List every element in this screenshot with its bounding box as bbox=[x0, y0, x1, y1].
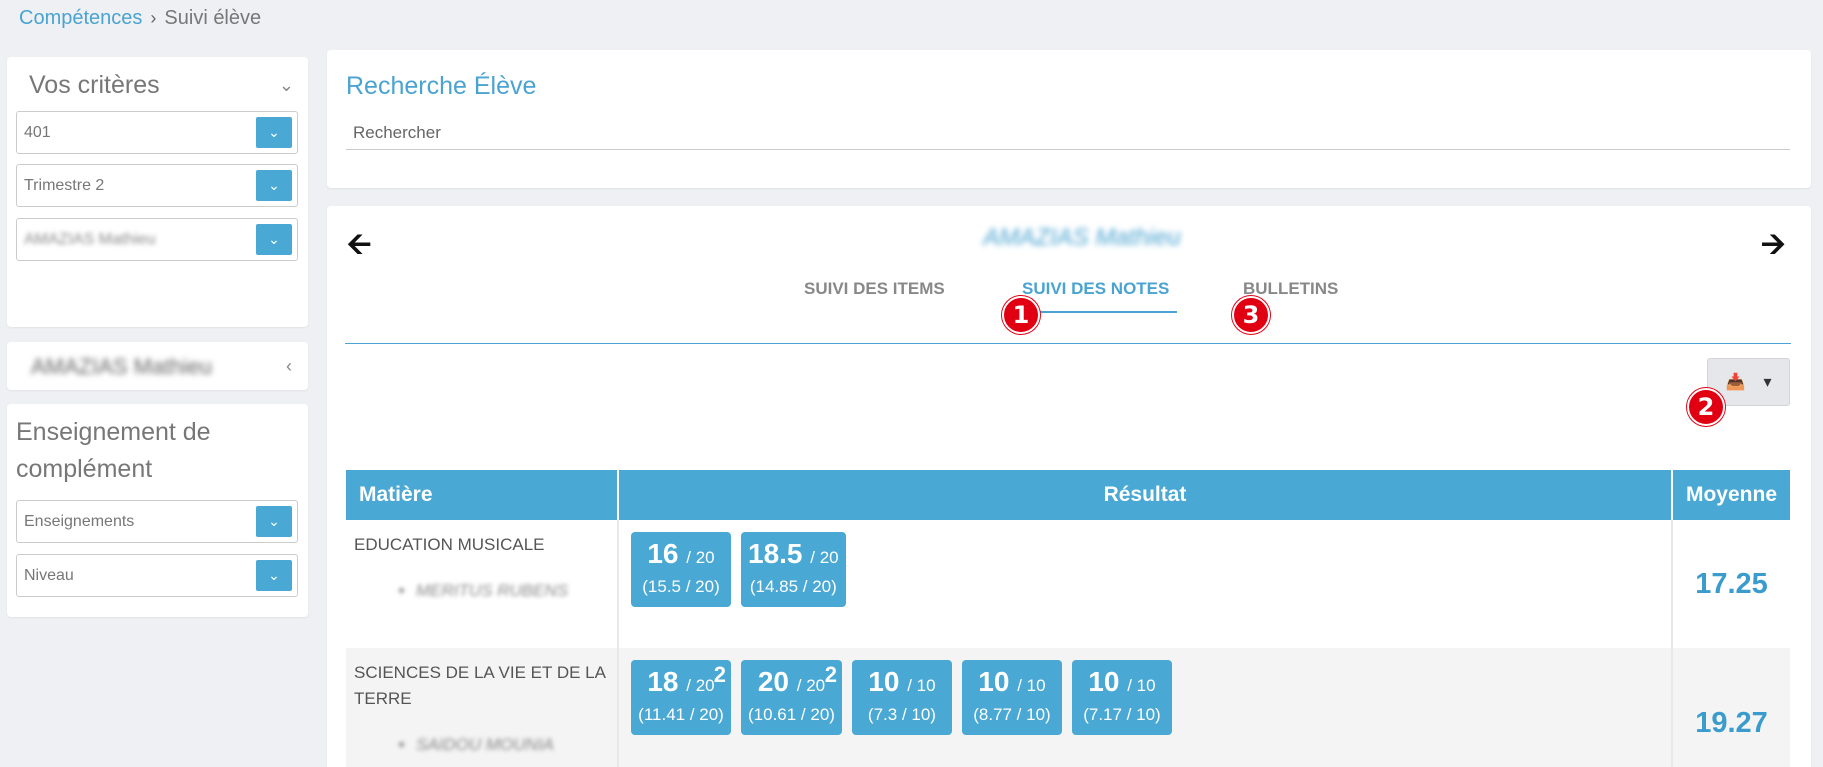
column-header-average: Moyenne bbox=[1671, 470, 1790, 520]
grade-detail: (7.3 / 10) bbox=[867, 705, 936, 724]
grade-out-of: / 20 bbox=[686, 548, 715, 567]
tab-suivi-notes[interactable]: SUIVI DES NOTES bbox=[1013, 279, 1178, 313]
teaching-select-value: Enseignements bbox=[24, 513, 135, 530]
class-select-value: 401 bbox=[24, 124, 51, 141]
criteria-panel: Vos critères ⌄ 401 ⌄ Trimestre 2 ⌄ AMAZI… bbox=[7, 57, 308, 327]
grade-chip[interactable]: 10 / 10 (7.3 / 10) bbox=[851, 660, 952, 735]
search-title: Recherche Élève bbox=[346, 72, 537, 100]
criteria-header[interactable]: Vos critères ⌄ bbox=[29, 71, 294, 100]
student-card-name: AMAZIAS Mathieu bbox=[31, 354, 212, 379]
annotation-badge-1: 1 bbox=[1002, 296, 1040, 334]
grade-detail: (10.61 / 20) bbox=[748, 705, 835, 724]
grade-detail: (8.77 / 10) bbox=[973, 705, 1051, 724]
level-select-value: Niveau bbox=[24, 567, 74, 584]
breadcrumb: Compétences › Suivi élève bbox=[19, 7, 261, 30]
grade-out-of: / 10 bbox=[1127, 676, 1156, 695]
grade-score: 18.5 bbox=[748, 538, 803, 569]
grade-chip[interactable]: 16 / 20 (15.5 / 20) bbox=[631, 532, 731, 607]
grade-detail: (15.5 / 20) bbox=[642, 577, 720, 596]
table-header-row: Matière Résultat Moyenne bbox=[346, 470, 1790, 520]
grade-out-of: / 20 bbox=[810, 548, 839, 567]
breadcrumb-link-competences[interactable]: Compétences bbox=[19, 7, 142, 30]
caret-down-icon: ▾ bbox=[1763, 374, 1772, 391]
chevron-down-icon[interactable]: ⌄ bbox=[256, 224, 292, 255]
chevron-left-icon[interactable]: ‹ bbox=[286, 356, 292, 377]
grade-score: 10 bbox=[1088, 666, 1120, 697]
column-header-subject: Matière bbox=[346, 470, 619, 520]
grade-coefficient: 2 bbox=[824, 662, 837, 687]
annotation-badge-2: 2 bbox=[1687, 388, 1725, 426]
grade-score: 16 bbox=[647, 538, 679, 569]
complement-panel: Enseignement de complément Enseignements… bbox=[7, 404, 308, 617]
results-cell: 18 / 20 2 (11.41 / 20) 20 / 20 2 (10.61 … bbox=[618, 648, 1673, 767]
teaching-select[interactable]: Enseignements ⌄ bbox=[16, 500, 298, 543]
grade-out-of: / 10 bbox=[1017, 676, 1046, 695]
class-select[interactable]: 401 ⌄ bbox=[16, 111, 298, 154]
grade-detail: (11.41 / 20) bbox=[638, 705, 724, 724]
grade-out-of: / 10 bbox=[907, 676, 936, 695]
student-card[interactable]: AMAZIAS Mathieu ‹ bbox=[7, 342, 308, 390]
student-select[interactable]: AMAZIAS Mathieu ⌄ bbox=[16, 218, 298, 261]
tab-divider bbox=[345, 343, 1791, 344]
grade-score: 10 bbox=[868, 666, 900, 697]
period-select[interactable]: Trimestre 2 ⌄ bbox=[16, 164, 298, 207]
results-cell: 16 / 20 (15.5 / 20) 18.5 / 20 (14.85 / 2… bbox=[618, 520, 1673, 648]
average-value: 19.27 bbox=[1671, 648, 1790, 767]
student-select-value: AMAZIAS Mathieu bbox=[24, 231, 156, 248]
chevron-down-icon[interactable]: ⌄ bbox=[279, 75, 294, 96]
level-select[interactable]: Niveau ⌄ bbox=[16, 554, 298, 597]
student-name: AMAZIAS Mathieu bbox=[983, 224, 1181, 251]
chevron-right-icon: › bbox=[150, 8, 157, 28]
table-row: SCIENCES DE LA VIE ET DE LA TERRE SAIDOU… bbox=[346, 648, 1790, 767]
breadcrumb-current: Suivi élève bbox=[164, 7, 262, 29]
criteria-title: Vos critères bbox=[29, 71, 160, 99]
search-input[interactable]: Rechercher bbox=[346, 120, 1790, 150]
grade-score: 20 bbox=[757, 666, 789, 697]
grade-coefficient: 2 bbox=[713, 662, 726, 687]
teacher-name: SAIDOU MOUNIA bbox=[416, 735, 554, 754]
grade-detail: (14.85 / 20) bbox=[749, 577, 837, 596]
grade-detail: (7.17 / 10) bbox=[1083, 705, 1161, 724]
tab-bulletins[interactable]: BULLETINS bbox=[1243, 279, 1338, 299]
arrow-right-icon[interactable]: 🡪 bbox=[1761, 222, 1785, 273]
chevron-down-icon[interactable]: ⌄ bbox=[256, 560, 292, 591]
subject-cell: SCIENCES DE LA VIE ET DE LA TERRE SAIDOU… bbox=[346, 648, 619, 767]
teacher-name: MERITUS RUBENS bbox=[416, 581, 569, 600]
chevron-down-icon[interactable]: ⌄ bbox=[256, 117, 292, 148]
grade-chip[interactable]: 10 / 10 (8.77 / 10) bbox=[961, 660, 1062, 735]
period-select-value: Trimestre 2 bbox=[24, 177, 105, 194]
grade-chip[interactable]: 10 / 10 (7.17 / 10) bbox=[1071, 660, 1172, 735]
complement-title: Enseignement de complément bbox=[16, 418, 211, 483]
average-value: 17.25 bbox=[1695, 567, 1768, 600]
grade-out-of: / 20 bbox=[796, 676, 826, 695]
annotation-badge-3: 3 bbox=[1232, 296, 1270, 334]
subject-cell: EDUCATION MUSICALE MERITUS RUBENS bbox=[346, 520, 619, 648]
arrow-left-icon[interactable]: 🡨 bbox=[347, 222, 371, 273]
grades-table: Matière Résultat Moyenne EDUCATION MUSIC… bbox=[346, 470, 1790, 767]
grade-score: 18 bbox=[647, 666, 679, 697]
tab-suivi-items[interactable]: SUIVI DES ITEMS bbox=[804, 279, 945, 299]
search-panel: Recherche Élève Rechercher bbox=[327, 50, 1811, 188]
student-followup-panel: 🡨 🡪 AMAZIAS Mathieu SUIVI DES ITEMS SUIV… bbox=[327, 206, 1811, 767]
table-row: EDUCATION MUSICALE MERITUS RUBENS 16 / 2… bbox=[346, 520, 1790, 648]
download-icon: 📥 bbox=[1725, 374, 1746, 391]
subject-name: SCIENCES DE LA VIE ET DE LA TERRE bbox=[354, 663, 606, 708]
column-header-result: Résultat bbox=[618, 470, 1673, 520]
chevron-down-icon[interactable]: ⌄ bbox=[256, 506, 292, 537]
grade-chip[interactable]: 18.5 / 20 (14.85 / 20) bbox=[741, 532, 846, 607]
grade-chip[interactable]: 18 / 20 2 (11.41 / 20) bbox=[631, 660, 731, 735]
grade-out-of: / 20 bbox=[686, 676, 715, 695]
grade-chip[interactable]: 20 / 20 2 (10.61 / 20) bbox=[741, 660, 842, 735]
chevron-down-icon[interactable]: ⌄ bbox=[256, 170, 292, 201]
grade-score: 10 bbox=[978, 666, 1010, 697]
subject-name: EDUCATION MUSICALE bbox=[354, 535, 545, 554]
